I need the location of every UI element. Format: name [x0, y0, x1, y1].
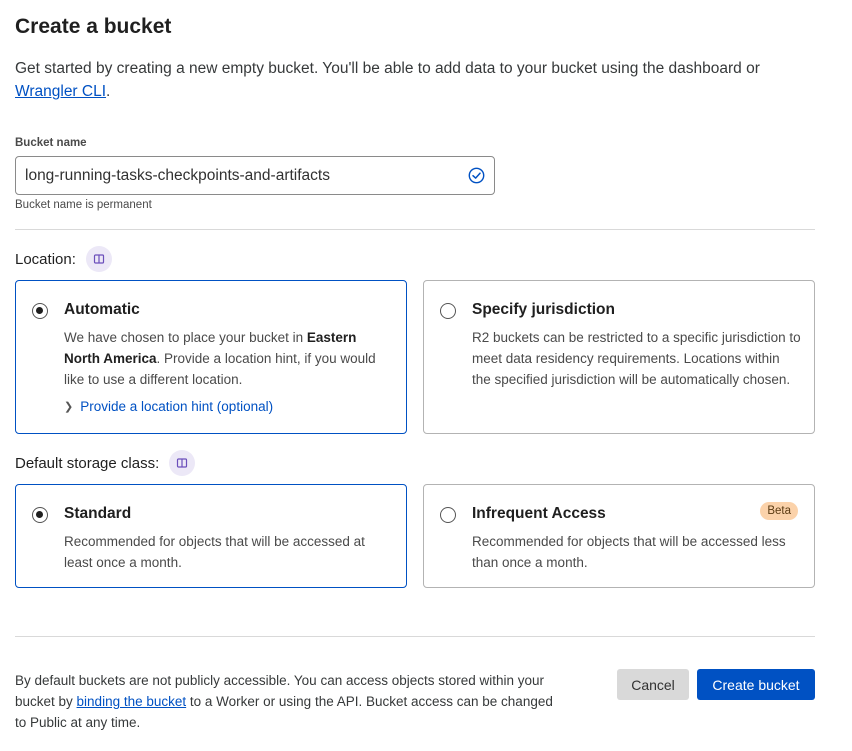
infrequent-description: Recommended for objects that will be acc… [472, 534, 786, 570]
beta-badge: Beta [760, 502, 798, 520]
bucket-name-help: Bucket name is permanent [15, 199, 152, 211]
book-icon[interactable] [85, 246, 112, 272]
automatic-description: We have chosen to place your bucket in E… [64, 327, 394, 390]
cancel-button[interactable]: Cancel [617, 669, 689, 700]
automatic-title: Automatic [64, 301, 140, 318]
location-hint-toggle[interactable]: ❯ Provide a location hint (optional) [64, 399, 273, 414]
jurisdiction-description: R2 buckets can be restricted to a specif… [472, 330, 801, 387]
jurisdiction-title: Specify jurisdiction [472, 301, 615, 318]
location-label: Location: [15, 250, 76, 268]
storage-option-infrequent[interactable]: Infrequent Access Beta Recommended for o… [423, 484, 815, 588]
intro-sentence: Get started by creating a new empty buck… [15, 60, 760, 77]
automatic-desc-part-1: We have chosen to place your bucket in [64, 330, 307, 345]
wrangler-cli-link[interactable]: Wrangler CLI [15, 83, 106, 100]
location-section-title: Location: [15, 246, 112, 272]
bucket-name-label: Bucket name [15, 137, 87, 149]
location-hint-link[interactable]: Provide a location hint (optional) [80, 399, 273, 414]
check-circle-icon [468, 167, 485, 184]
automatic-radio[interactable] [32, 303, 48, 319]
book-icon[interactable] [169, 450, 196, 476]
infrequent-radio[interactable] [440, 507, 456, 523]
storage-option-standard[interactable]: Standard Recommended for objects that wi… [15, 484, 407, 588]
divider [15, 636, 815, 637]
standard-description: Recommended for objects that will be acc… [64, 534, 365, 570]
access-notice: By default buckets are not publicly acce… [15, 670, 555, 733]
bucket-name-field[interactable] [15, 156, 495, 195]
divider [15, 229, 815, 230]
storage-class-label: Default storage class: [15, 454, 160, 472]
location-option-automatic[interactable]: Automatic We have chosen to place your b… [15, 280, 407, 434]
storage-class-section-title: Default storage class: [15, 450, 196, 476]
page-title: Create a bucket [15, 15, 172, 38]
binding-bucket-link[interactable]: binding the bucket [77, 694, 187, 709]
jurisdiction-radio[interactable] [440, 303, 456, 319]
intro-period: . [106, 83, 111, 100]
standard-title: Standard [64, 505, 132, 522]
intro-text: Get started by creating a new empty buck… [15, 57, 815, 103]
chevron-right-icon: ❯ [64, 401, 74, 413]
bucket-name-input[interactable] [25, 157, 465, 194]
create-bucket-button[interactable]: Create bucket [697, 669, 815, 700]
location-option-jurisdiction[interactable]: Specify jurisdiction R2 buckets can be r… [423, 280, 815, 434]
standard-radio[interactable] [32, 507, 48, 523]
infrequent-title: Infrequent Access [472, 505, 606, 522]
